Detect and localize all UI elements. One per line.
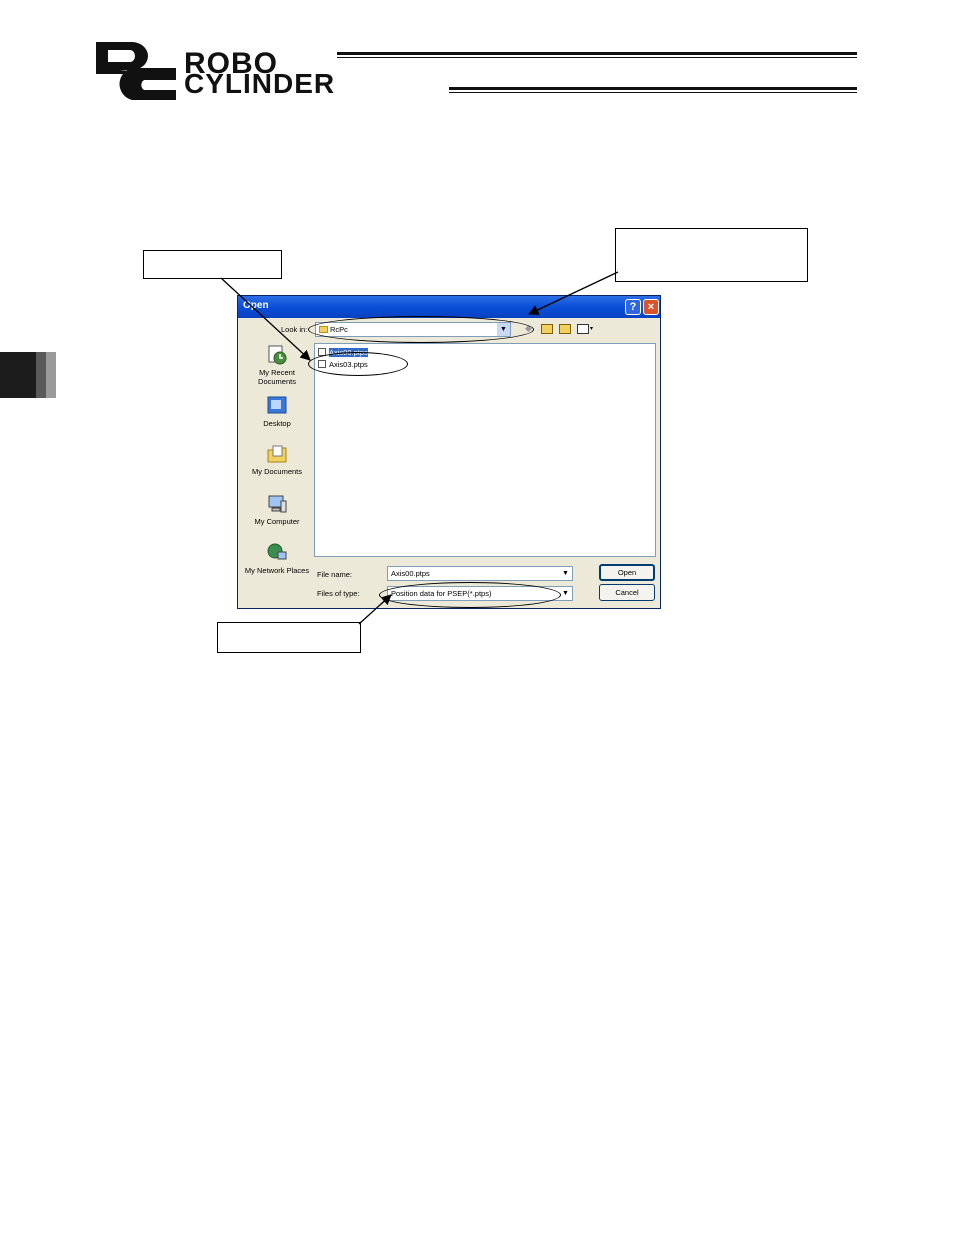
new-folder-icon[interactable] — [559, 324, 571, 334]
file-name-label: File name: — [317, 570, 353, 579]
header-rule-top — [337, 52, 857, 55]
callout-look-in — [615, 228, 808, 282]
network-places-icon — [266, 542, 288, 564]
place-recent[interactable]: My Recent Documents — [242, 344, 312, 386]
my-computer-icon — [266, 493, 288, 515]
place-my-computer[interactable]: My Computer — [242, 493, 312, 526]
up-folder-icon[interactable] — [541, 324, 553, 334]
highlight-file-list — [308, 352, 408, 376]
header-rule-top-thin — [337, 57, 857, 58]
help-button[interactable]: ? — [625, 299, 641, 315]
chapter-tab — [0, 352, 36, 398]
open-button[interactable]: Open — [599, 564, 655, 581]
recent-documents-icon — [266, 344, 288, 366]
rc-logo — [96, 42, 176, 100]
my-documents-icon — [266, 443, 288, 465]
place-label: My Computer — [254, 517, 300, 526]
chapter-tab-stripe-light — [46, 352, 56, 398]
file-name-field[interactable]: Axis00.ptps ▼ — [387, 566, 573, 581]
view-menu-arrow-icon[interactable]: ▾ — [590, 325, 593, 332]
place-label: Desktop — [263, 419, 291, 428]
logo-word-cylinder: CYLINDER — [184, 68, 336, 99]
header-rule-bottom — [449, 87, 857, 90]
header-rule-bottom-thin — [449, 92, 857, 93]
callout-arrows — [220, 271, 619, 625]
highlight-file-type — [379, 582, 561, 608]
place-label: My Documents — [251, 467, 302, 476]
dialog-titlebar: Open ? × — [238, 296, 660, 318]
place-network[interactable]: My Network Places — [242, 542, 312, 575]
chapter-tab-stripe — [36, 352, 46, 398]
place-label: My Recent Documents — [258, 368, 296, 386]
highlight-look-in — [308, 316, 534, 343]
cancel-button[interactable]: Cancel — [599, 584, 655, 601]
callout-file-list — [143, 250, 282, 279]
view-menu-icon[interactable] — [577, 324, 589, 334]
place-desktop[interactable]: Desktop — [242, 395, 312, 428]
callout-file-type — [217, 622, 361, 653]
file-type-label: Files of type: — [317, 589, 360, 598]
look-in-label: Look in: — [281, 325, 308, 334]
desktop-icon — [266, 395, 288, 417]
dialog-title: Open — [243, 300, 269, 311]
place-my-documents[interactable]: My Documents — [242, 443, 312, 476]
chevron-down-icon[interactable]: ▼ — [559, 587, 572, 600]
place-label: My Network Places — [244, 566, 310, 575]
close-button[interactable]: × — [643, 299, 659, 315]
places-bar: My Recent Documents Desktop My Documents… — [242, 342, 312, 598]
chevron-down-icon[interactable]: ▼ — [559, 567, 572, 580]
file-name-value: Axis00.ptps — [391, 569, 430, 578]
